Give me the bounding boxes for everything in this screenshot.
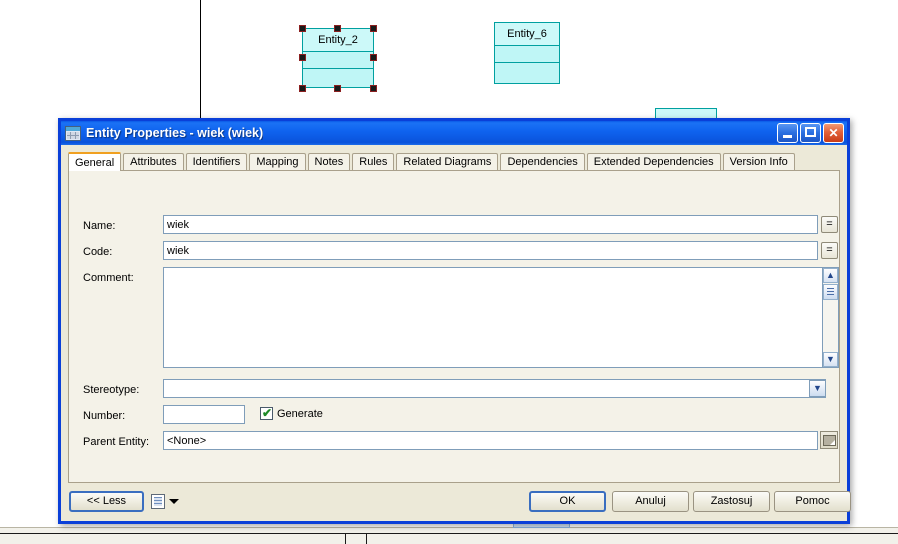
help-button[interactable]: Pomoc [774, 491, 851, 512]
selection-handle-n[interactable] [334, 25, 341, 32]
code-input[interactable] [163, 241, 818, 260]
tab-version-info[interactable]: Version Info [722, 153, 795, 171]
generate-checkbox-wrapper[interactable]: Generate [260, 406, 323, 420]
entity-attribute-row [303, 52, 373, 69]
scroll-thumb[interactable] [823, 284, 838, 300]
stereotype-combo-input[interactable] [163, 379, 826, 398]
stereotype-label: Stereotype: [83, 384, 140, 396]
generate-label: Generate [277, 407, 323, 420]
name-equals-button[interactable]: = [821, 216, 838, 233]
selection-handle-nw[interactable] [299, 25, 306, 32]
tab-related-diagrams[interactable]: Related Diagrams [396, 153, 499, 171]
entity-name-label: Entity_6 [495, 23, 559, 46]
tab-dependencies[interactable]: Dependencies [500, 153, 585, 171]
selection-handle-se[interactable] [370, 85, 377, 92]
parent-entity-label: Parent Entity: [83, 436, 150, 448]
status-bar [0, 527, 898, 544]
entity-shape-1[interactable]: Entity_2 [302, 28, 374, 88]
tab-bar: General Attributes Identifiers Mapping N… [68, 152, 840, 171]
entity-identifier-row [303, 69, 373, 85]
entity-attribute-row [495, 46, 559, 63]
dialog-footer: << Less OK Anuluj Zastosuj Pomoc [61, 483, 851, 521]
selection-handle-s[interactable] [334, 85, 341, 92]
entity-properties-dialog: Entity Properties - wiek (wiek) ✕ Genera… [58, 118, 851, 524]
general-tab-panel: Name: = Code: = Comment: ▲ ▼ Stereotype:… [68, 170, 840, 483]
comment-label: Comment: [83, 272, 134, 284]
tab-attributes[interactable]: Attributes [123, 153, 184, 171]
status-cell-2 [346, 534, 367, 544]
entity-identifier-row [495, 63, 559, 79]
maximize-icon[interactable] [800, 123, 821, 143]
number-input[interactable] [163, 405, 245, 424]
name-input[interactable] [163, 215, 818, 234]
tab-mapping[interactable]: Mapping [249, 153, 306, 171]
status-cell-1 [0, 534, 346, 544]
tab-identifiers[interactable]: Identifiers [185, 153, 248, 171]
code-equals-button[interactable]: = [821, 242, 838, 259]
entity-shape-2[interactable]: Entity_6 [494, 22, 560, 84]
print-icon[interactable] [151, 494, 165, 509]
comment-textarea[interactable] [163, 267, 823, 368]
print-chevron-down-icon[interactable] [169, 499, 179, 504]
dialog-body: General Attributes Identifiers Mapping N… [61, 145, 851, 521]
tab-general[interactable]: General [68, 152, 122, 171]
parent-entity-browse-icon[interactable] [820, 431, 838, 449]
selection-handle-e[interactable] [370, 54, 377, 61]
number-label: Number: [83, 410, 126, 422]
table-icon [65, 125, 81, 141]
comment-scrollbar[interactable]: ▲ ▼ [823, 267, 839, 368]
tab-extended-dependencies[interactable]: Extended Dependencies [586, 153, 721, 171]
scroll-up-icon[interactable]: ▲ [823, 268, 838, 283]
code-label: Code: [83, 246, 113, 258]
ok-button[interactable]: OK [529, 491, 606, 512]
stereotype-chevron-down-icon[interactable]: ▼ [809, 380, 826, 397]
scroll-down-icon[interactable]: ▼ [823, 352, 838, 367]
generate-checkbox[interactable] [260, 406, 273, 420]
close-icon[interactable]: ✕ [823, 123, 844, 143]
tab-rules[interactable]: Rules [352, 153, 395, 171]
window-controls: ✕ [777, 123, 844, 143]
selection-handle-ne[interactable] [370, 25, 377, 32]
dialog-titlebar[interactable]: Entity Properties - wiek (wiek) ✕ [61, 121, 847, 145]
entity-name-label: Entity_2 [303, 29, 373, 52]
panel-divider [200, 0, 201, 120]
parent-entity-input[interactable] [163, 431, 818, 450]
dialog-title: Entity Properties - wiek (wiek) [86, 126, 264, 140]
cancel-button[interactable]: Anuluj [612, 491, 689, 512]
name-label: Name: [83, 220, 116, 232]
selection-handle-sw[interactable] [299, 85, 306, 92]
minimize-icon[interactable] [777, 123, 798, 143]
tab-notes[interactable]: Notes [307, 153, 351, 171]
apply-button[interactable]: Zastosuj [693, 491, 770, 512]
screen: Entity_2 Entity_6 Entity Properties - wi… [0, 0, 898, 544]
less-button[interactable]: << Less [69, 491, 144, 512]
selection-handle-w[interactable] [299, 54, 306, 61]
